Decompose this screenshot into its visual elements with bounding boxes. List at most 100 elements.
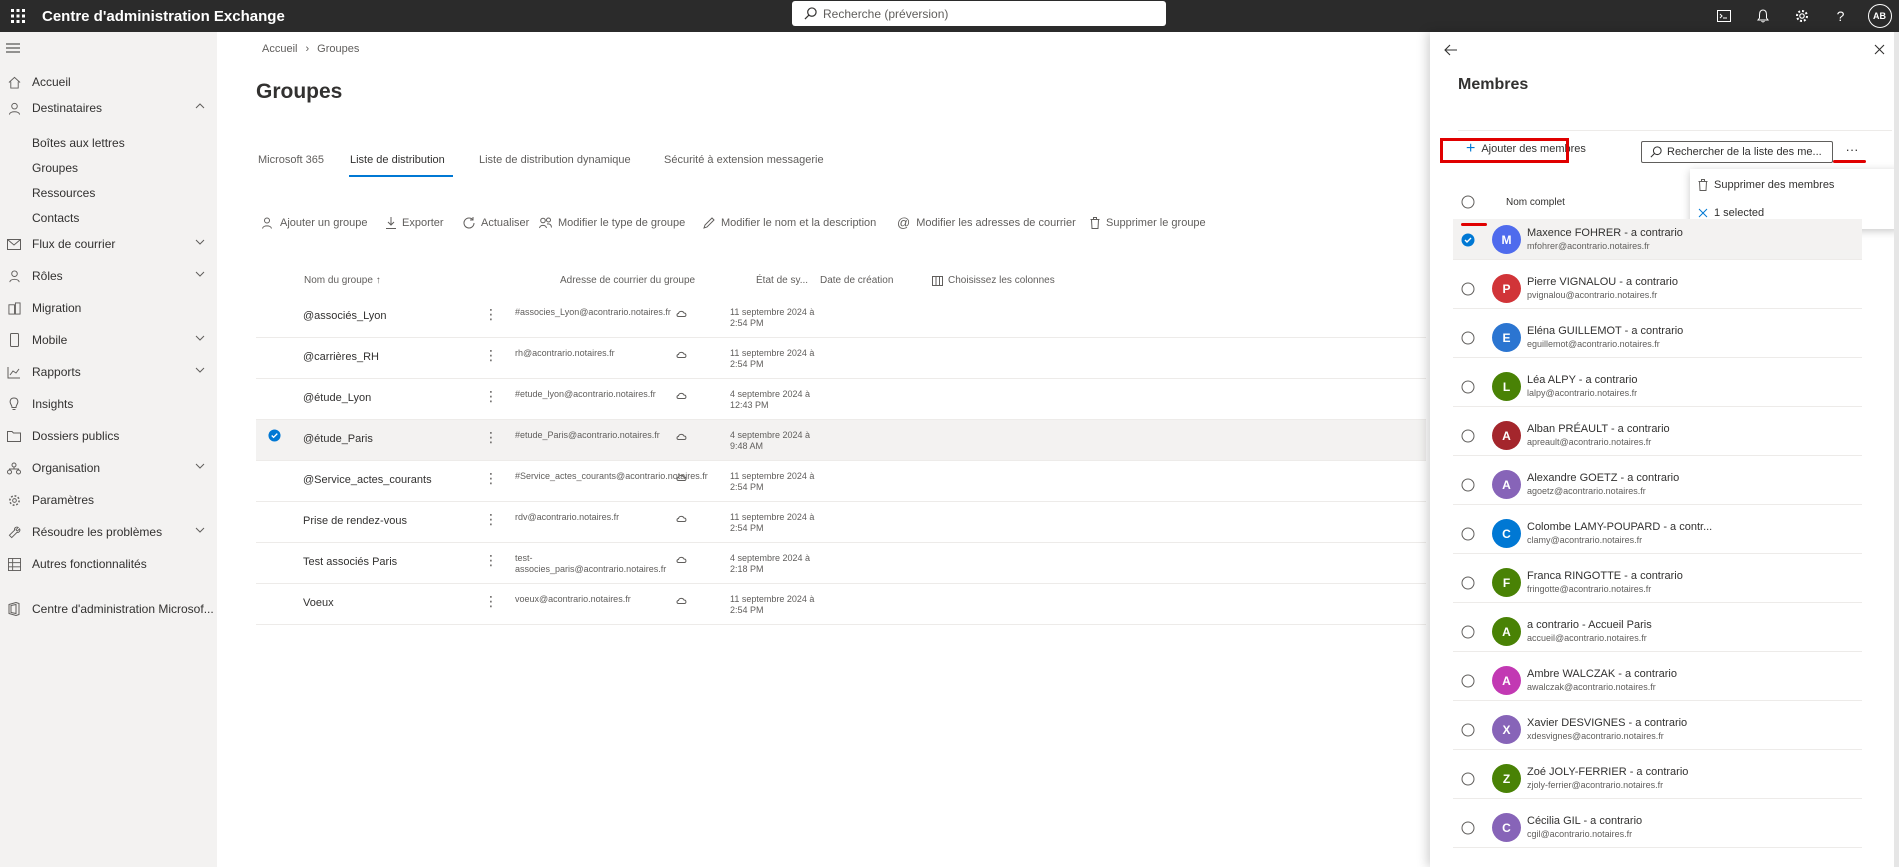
tab-mail-enabled-security[interactable]: Sécurité à extension messagerie — [664, 154, 824, 166]
add-group-button[interactable]: Ajouter un groupe — [262, 217, 367, 229]
hamburger-icon[interactable] — [6, 42, 20, 57]
breadcrumb-home[interactable]: Accueil — [262, 43, 297, 55]
nav-item-mail-flow[interactable]: Flux de courrier — [0, 230, 217, 258]
column-header-date[interactable]: Date de création — [820, 275, 893, 286]
bell-icon[interactable] — [1743, 0, 1782, 32]
member-row[interactable]: A Alexandre GOETZ - a contrario agoetz@aco… — [1453, 464, 1862, 505]
table-row[interactable]: Voeux ⋮ voeux@acontrario.notaires.fr 11 … — [256, 584, 1426, 625]
row-checkmark-icon[interactable] — [268, 429, 281, 445]
group-name[interactable]: @carrières_RH — [303, 351, 379, 363]
more-vertical-icon[interactable]: ⋮ — [484, 347, 498, 364]
help-icon[interactable]: ? — [1821, 0, 1860, 32]
nav-subitem-groups[interactable]: Groupes — [32, 161, 78, 175]
nav-item-settings[interactable]: Paramètres — [0, 486, 217, 514]
change-group-type-button[interactable]: Modifier le type de groupe — [539, 217, 685, 229]
refresh-button[interactable]: Actualiser — [463, 217, 529, 229]
close-icon[interactable] — [1874, 44, 1885, 58]
delete-group-button[interactable]: Supprimer le groupe — [1090, 217, 1206, 229]
tab-microsoft-365[interactable]: Microsoft 365 — [258, 154, 324, 166]
member-radio[interactable] — [1461, 429, 1475, 446]
nav-subitem-contacts[interactable]: Contacts — [32, 211, 79, 225]
select-all-radio[interactable] — [1461, 195, 1475, 212]
nav-item-m365-admin[interactable]: Centre d'administration Microsof... — [0, 595, 217, 623]
more-vertical-icon[interactable]: ⋮ — [484, 511, 498, 528]
member-radio[interactable] — [1461, 576, 1475, 593]
member-row[interactable]: C Cécilia GIL - a contrario cgil@acontrari… — [1453, 807, 1862, 848]
group-name[interactable]: Prise de rendez-vous — [303, 515, 407, 527]
group-name[interactable]: @étude_Paris — [303, 433, 373, 445]
member-row[interactable]: L Léa ALPY - a contrario lalpy@acontrario.… — [1453, 366, 1862, 407]
column-header-sync[interactable]: État de sy... — [756, 275, 808, 286]
group-name[interactable]: @Service_actes_courants — [303, 474, 432, 486]
back-arrow-icon[interactable] — [1444, 44, 1458, 59]
terminal-icon[interactable] — [1704, 0, 1743, 32]
nav-subitem-resources[interactable]: Ressources — [32, 186, 95, 200]
app-title[interactable]: Centre d'administration Exchange — [42, 8, 285, 25]
more-vertical-icon[interactable]: ⋮ — [484, 306, 498, 323]
more-vertical-icon[interactable]: ⋮ — [484, 388, 498, 405]
member-row[interactable]: P Pierre VIGNALOU - a contrario pvignalou@… — [1453, 268, 1862, 309]
nav-item-roles[interactable]: Rôles — [0, 262, 217, 290]
global-search-input[interactable]: Recherche (préversion) — [792, 1, 1166, 26]
tab-dynamic-distribution-list[interactable]: Liste de distribution dynamique — [479, 154, 631, 166]
more-vertical-icon[interactable]: ⋮ — [484, 429, 498, 446]
edit-name-description-button[interactable]: Modifier le nom et la description — [703, 217, 876, 229]
member-row[interactable]: Z Zoé JOLY-FERRIER - a contrario zjoly-fer… — [1453, 758, 1862, 799]
more-vertical-icon[interactable]: ⋮ — [484, 593, 498, 610]
member-row[interactable]: A Alban PRÉAULT - a contrario apreault@aco… — [1453, 415, 1862, 456]
table-row[interactable]: Prise de rendez-vous ⋮ rdv@acontrario.no… — [256, 502, 1426, 543]
member-row[interactable]: F Franca RINGOTTE - a contrario fringotte@… — [1453, 562, 1862, 603]
nav-item-insights[interactable]: Insights — [0, 390, 217, 418]
more-options-button[interactable]: ··· — [1837, 142, 1867, 162]
nav-item-public-folders[interactable]: Dossiers publics — [0, 422, 217, 450]
group-name[interactable]: Test associés Paris — [303, 556, 397, 568]
member-row[interactable]: X Xavier DESVIGNES - a contrario xdesvigne… — [1453, 709, 1862, 750]
member-radio[interactable] — [1461, 380, 1475, 397]
member-row-selected[interactable]: M Maxence FOHRER - a contrario mfohrer@aco… — [1453, 219, 1862, 260]
remove-members-menu-item[interactable]: Supprimer des membres — [1690, 171, 1899, 199]
table-row[interactable]: @Service_actes_courants ⋮ #Service_actes… — [256, 461, 1426, 502]
app-launcher-icon[interactable] — [4, 2, 32, 30]
member-row[interactable]: C Colombe LAMY-POUPARD - a contr... clamy@… — [1453, 513, 1862, 554]
member-radio[interactable] — [1461, 527, 1475, 544]
member-checkmark-icon[interactable] — [1461, 233, 1475, 250]
nav-item-migration[interactable]: Migration — [0, 294, 217, 322]
member-radio[interactable] — [1461, 821, 1475, 838]
member-radio[interactable] — [1461, 282, 1475, 299]
member-radio[interactable] — [1461, 772, 1475, 789]
tab-distribution-list[interactable]: Liste de distribution — [350, 154, 445, 166]
member-radio[interactable] — [1461, 478, 1475, 495]
table-row-selected[interactable]: @étude_Paris ⋮ #etude_Paris@acontrario.n… — [256, 420, 1426, 461]
nav-item-other-features[interactable]: Autres fonctionnalités — [0, 550, 217, 578]
gear-icon[interactable] — [1782, 0, 1821, 32]
table-row[interactable]: @associés_Lyon ⋮ #associes_Lyon@acontrar… — [256, 297, 1426, 338]
member-radio[interactable] — [1461, 674, 1475, 691]
group-name[interactable]: @étude_Lyon — [303, 392, 371, 404]
group-name[interactable]: Voeux — [303, 597, 334, 609]
column-header-name[interactable]: Nom du groupe ↑ — [304, 275, 381, 286]
choose-columns-button[interactable]: Choisissez les colonnes — [932, 275, 1055, 286]
nav-item-organisation[interactable]: Organisation — [0, 454, 217, 482]
export-button[interactable]: Exporter — [386, 217, 444, 229]
column-header-email[interactable]: Adresse de courrier du groupe — [560, 275, 695, 286]
nav-item-troubleshoot[interactable]: Résoudre les problèmes — [0, 518, 217, 546]
table-row[interactable]: @carrières_RH ⋮ rh@acontrario.notaires.f… — [256, 338, 1426, 379]
edit-email-addresses-button[interactable]: @ Modifier les adresses de courrier — [897, 216, 1076, 229]
member-radio[interactable] — [1461, 625, 1475, 642]
member-row[interactable]: E Eléna GUILLEMOT - a contrario eguillemot… — [1453, 317, 1862, 358]
more-vertical-icon[interactable]: ⋮ — [484, 552, 498, 569]
nav-item-accueil[interactable]: Accueil — [0, 68, 217, 96]
member-row[interactable]: A Ambre WALCZAK - a contrario awalczak@aco… — [1453, 660, 1862, 701]
members-search-input[interactable]: Rechercher de la liste des me... — [1641, 141, 1833, 163]
member-radio[interactable] — [1461, 723, 1475, 740]
member-radio[interactable] — [1461, 331, 1475, 348]
nav-item-mobile[interactable]: Mobile — [0, 326, 217, 354]
more-vertical-icon[interactable]: ⋮ — [484, 470, 498, 487]
nav-subitem-mailboxes[interactable]: Boîtes aux lettres — [32, 136, 125, 150]
table-row[interactable]: Test associés Paris ⋮ test-associes_pari… — [256, 543, 1426, 584]
member-row[interactable]: Aa contrario - Accueil Paris accueil@acon… — [1453, 611, 1862, 652]
column-header-full-name[interactable]: Nom complet — [1506, 197, 1565, 208]
group-name[interactable]: @associés_Lyon — [303, 310, 387, 322]
table-row[interactable]: @étude_Lyon ⋮ #etude_lyon@acontrario.not… — [256, 379, 1426, 420]
nav-item-destinataires[interactable]: Destinataires — [0, 94, 217, 122]
